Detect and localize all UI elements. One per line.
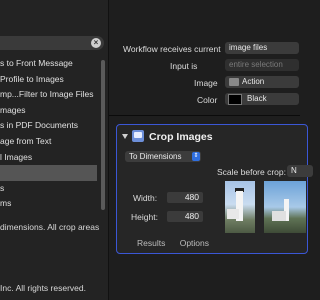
library-scrollbar[interactable]: [100, 56, 106, 248]
width-label: Width:: [133, 193, 158, 203]
scrollbar-thumb[interactable]: [101, 60, 105, 210]
color-popup-label: Black: [247, 94, 267, 103]
action-header: Crop Images: [117, 125, 307, 147]
action-list: s to Front Message Profile to Images mp.…: [0, 56, 97, 212]
list-item[interactable]: mages: [0, 103, 97, 119]
input-popup[interactable]: entire selection: [225, 59, 299, 71]
image-label: Image: [194, 78, 218, 88]
action-footer-tabs: Results Options: [137, 238, 221, 248]
divider: [109, 115, 300, 116]
list-item[interactable]: Profile to Images: [0, 72, 97, 88]
list-item-selected[interactable]: [0, 165, 97, 181]
list-item[interactable]: s to Front Message: [0, 56, 97, 72]
library-search-field[interactable]: ×: [0, 36, 104, 50]
list-item[interactable]: s: [0, 181, 97, 197]
image-popup[interactable]: Action: [225, 76, 299, 88]
clear-search-icon[interactable]: ×: [91, 38, 101, 48]
color-popup[interactable]: Black: [225, 93, 299, 105]
crop-mode-label: To Dimensions: [129, 152, 182, 161]
list-item[interactable]: ms: [0, 196, 97, 212]
options-tab[interactable]: Options: [180, 238, 209, 248]
crop-images-icon: [132, 130, 144, 142]
action-library-panel: × s to Front Message Profile to Images m…: [0, 0, 109, 300]
description-line: dimensions. All crop areas: [0, 222, 100, 232]
before-preview-image: [225, 181, 255, 233]
height-label: Height:: [131, 212, 158, 222]
color-swatch: [228, 94, 242, 105]
list-item[interactable]: mp...Filter to Image Files: [0, 87, 97, 103]
disclosure-triangle-icon[interactable]: [122, 134, 128, 139]
gear-icon: [229, 77, 239, 86]
receives-popup[interactable]: image files: [225, 42, 299, 54]
crop-mode-popup[interactable]: To Dimensions ⇕: [125, 151, 201, 162]
crop-images-action[interactable]: Crop Images To Dimensions ⇕ Scale before…: [116, 124, 313, 254]
input-label: Input is: [170, 61, 198, 71]
list-item[interactable]: s in PDF Documents: [0, 118, 97, 134]
chevron-updown-icon: ⇕: [192, 152, 200, 161]
workflow-settings: Workflow receives current image files In…: [109, 36, 300, 114]
image-popup-label: Action: [242, 77, 265, 86]
list-item[interactable]: age from Text: [0, 134, 97, 150]
width-field[interactable]: 480: [167, 192, 203, 203]
list-item[interactable]: l Images: [0, 150, 97, 166]
action-description: dimensions. All crop areas: [0, 222, 104, 233]
receives-label: Workflow receives current: [123, 44, 221, 54]
results-tab[interactable]: Results: [137, 238, 165, 248]
copyright-text: Inc. All rights reserved.: [0, 283, 86, 293]
after-preview-image: [264, 181, 306, 233]
scale-label: Scale before crop:: [217, 167, 286, 177]
action-title: Crop Images: [149, 131, 213, 143]
color-label: Color: [197, 95, 218, 105]
height-field[interactable]: 480: [167, 211, 203, 222]
scale-popup[interactable]: N: [287, 165, 313, 177]
